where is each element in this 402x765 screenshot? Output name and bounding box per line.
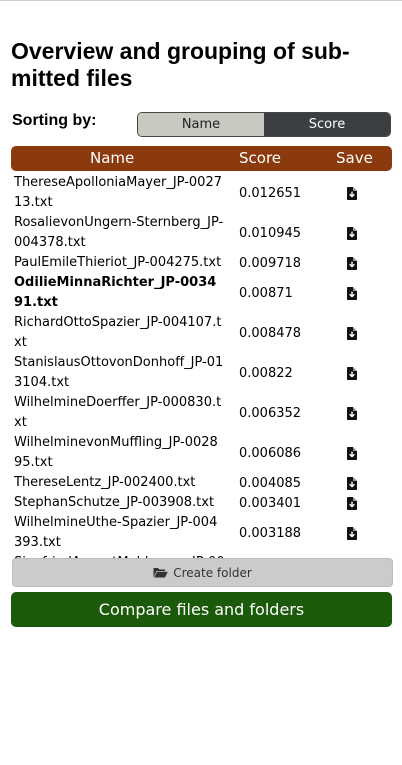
file-score: 0.012651	[239, 185, 302, 201]
folder-open-icon	[153, 568, 169, 578]
save-cell	[311, 226, 392, 240]
file-name: OdilieMinnaRichter_JP-003491.txt	[14, 275, 217, 310]
file-score: 0.004085	[239, 475, 302, 491]
file-download-icon[interactable]	[346, 326, 357, 340]
table-row: RosalievonUngern-Sternberg_JP-004378.txt…	[11, 213, 392, 253]
create-folder-button[interactable]: Create folder	[12, 558, 393, 587]
file-download-icon[interactable]	[346, 256, 357, 270]
file-name: StephanSchutze_JP-003908.txt	[14, 495, 215, 510]
file-name: StanislausOttovonDonhoff_JP-013104.txt	[14, 355, 224, 390]
file-name: RichardOttoSpazier_JP-004107.txt	[14, 315, 222, 350]
file-name: WilhelmineUthe-Spazier_JP-004393.txt	[14, 515, 218, 550]
column-header-save: Save	[336, 149, 373, 167]
table-row: ThereseApolloniaMayer_JP-002713.txt 0.012…	[11, 173, 392, 213]
save-cell	[311, 366, 392, 380]
file-download-icon[interactable]	[346, 526, 357, 540]
table-header: Name Score Save	[11, 146, 392, 171]
sort-by-score-button[interactable]: Score	[264, 113, 390, 136]
file-download-icon[interactable]	[346, 186, 357, 200]
file-download-icon[interactable]	[346, 226, 357, 240]
file-download-icon[interactable]	[346, 446, 357, 460]
file-name: RosalievonUngern-Sternberg_JP-004378.txt	[14, 215, 224, 250]
table-row: WilhelmineUthe-Spazier_JP-004393.txt 0.00…	[11, 513, 392, 553]
save-cell	[311, 446, 392, 460]
table-row: WilhelminevonMuffling_JP-002895.txt 0.006…	[11, 433, 392, 473]
file-score: 0.006352	[239, 405, 302, 421]
file-download-icon[interactable]	[346, 366, 357, 380]
file-name: WilhelmineDoerffer_JP-000830.txt	[14, 395, 222, 430]
sort-toggle: Name Score	[137, 112, 391, 137]
file-name: ThereseLentz_JP-002400.txt	[14, 475, 196, 490]
table-row: WilhelmineDoerffer_JP-000830.txt 0.006352	[11, 393, 392, 433]
file-score: 0.003188	[239, 525, 302, 541]
save-cell	[311, 286, 392, 300]
sort-by-name-button[interactable]: Name	[138, 113, 264, 136]
file-download-icon[interactable]	[346, 476, 357, 490]
file-name: PaulEmileThieriot_JP-004275.txt	[14, 255, 222, 270]
column-header-name[interactable]: Name	[90, 149, 134, 167]
file-name: ThereseApolloniaMayer_JP-002713.txt	[14, 175, 222, 210]
file-score: 0.008478	[239, 325, 302, 341]
file-score: 0.003401	[239, 495, 302, 511]
file-download-icon[interactable]	[346, 496, 357, 510]
save-cell	[311, 256, 392, 270]
file-score: 0.009718	[239, 255, 302, 271]
sorting-label: Sorting by:	[12, 112, 97, 129]
top-divider	[0, 0, 402, 1]
create-folder-label: Create folder	[173, 565, 252, 580]
column-header-score[interactable]: Score	[239, 149, 281, 167]
page-title: Overview and grouping of sub-mitted file…	[11, 38, 350, 91]
file-score: 0.00822	[239, 365, 293, 381]
file-score: 0.00871	[239, 285, 293, 301]
save-cell	[311, 186, 392, 200]
save-cell	[311, 526, 392, 540]
file-score: 0.006086	[239, 445, 302, 461]
save-cell	[311, 496, 392, 510]
table-row: PaulEmileThieriot_JP-004275.txt 0.009718	[11, 253, 392, 273]
table-row: StanislausOttovonDonhoff_JP-013104.txt 0.…	[11, 353, 392, 393]
save-cell	[311, 406, 392, 420]
file-list: ThereseApolloniaMayer_JP-002713.txt 0.012…	[11, 173, 392, 593]
table-row: StephanSchutze_JP-003908.txt 0.003401	[11, 493, 392, 513]
file-name: WilhelminevonMuffling_JP-002895.txt	[14, 435, 218, 470]
file-download-icon[interactable]	[346, 406, 357, 420]
table-row: ThereseLentz_JP-002400.txt 0.004085	[11, 473, 392, 493]
save-cell	[311, 326, 392, 340]
file-score: 0.010945	[239, 225, 302, 241]
file-download-icon[interactable]	[346, 286, 357, 300]
table-row: RichardOttoSpazier_JP-004107.txt 0.008478	[11, 313, 392, 353]
table-row: OdilieMinnaRichter_JP-003491.txt 0.00871	[11, 273, 392, 313]
compare-files-button[interactable]: Compare files and folders	[11, 592, 392, 627]
save-cell	[311, 476, 392, 490]
